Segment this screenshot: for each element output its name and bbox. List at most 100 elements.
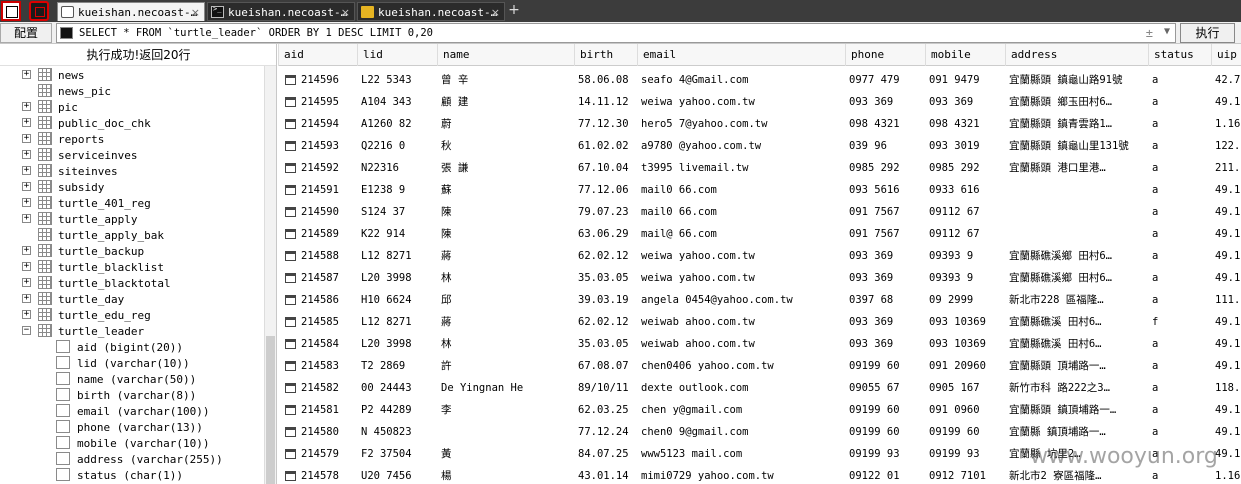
expand-icon[interactable]: +	[22, 278, 31, 287]
cell-birth[interactable]: 39.03.19	[577, 289, 637, 311]
cell-address[interactable]: 新竹市科 路222之3…	[1008, 377, 1148, 399]
cell-birth[interactable]: 77.12.24	[577, 421, 637, 443]
cell-status[interactable]: a	[1151, 421, 1211, 443]
cell-mobile[interactable]: 0912 7101	[928, 465, 1005, 484]
cell-birth[interactable]: 14.11.12	[577, 91, 637, 113]
expand-icon[interactable]: +	[22, 102, 31, 111]
app-logo-icon[interactable]	[29, 1, 49, 21]
cell-phone[interactable]: 09199 60	[848, 421, 925, 443]
column-header[interactable]: mobile	[925, 44, 1005, 66]
cell-aid[interactable]: 214579	[300, 443, 357, 465]
tab-file-manager[interactable]: kueishan.necoast-… ×	[357, 2, 505, 21]
expand-icon[interactable]: +	[22, 70, 31, 79]
table-row[interactable]: 214588 L12 8271 蔣 62.02.12 weiwa yahoo.com.…	[278, 245, 1241, 267]
cell-mobile[interactable]: 098 4321	[928, 113, 1005, 135]
column-header[interactable]: phone	[845, 44, 925, 66]
cell-uip[interactable]: 111.	[1214, 289, 1241, 311]
tab-close-button[interactable]: ×	[341, 6, 350, 19]
cell-mobile[interactable]: 09112 67	[928, 223, 1005, 245]
cell-mobile[interactable]: 09199 60	[928, 421, 1005, 443]
cell-uip[interactable]: 49.1	[1214, 91, 1241, 113]
cell-birth[interactable]: 58.06.08	[577, 69, 637, 91]
cell-uip[interactable]: 42.7	[1214, 69, 1241, 91]
tree-item-table[interactable]: + turtle_401_reg	[0, 195, 264, 211]
cell-uip[interactable]: 49.1	[1214, 311, 1241, 333]
column-header[interactable]: status	[1148, 44, 1211, 66]
cell-aid[interactable]: 214596	[300, 69, 357, 91]
table-row[interactable]: 214580 N 450823 77.12.24 chen0 9@gmail.com…	[278, 421, 1241, 443]
column-header[interactable]: name	[437, 44, 574, 66]
cell-aid[interactable]: 214588	[300, 245, 357, 267]
cell-birth[interactable]: 67.10.04	[577, 157, 637, 179]
cell-email[interactable]: hero5 7@yahoo.com.tw	[640, 113, 845, 135]
cell-uip[interactable]: 49.1	[1214, 399, 1241, 421]
cell-uip[interactable]: 49.1	[1214, 421, 1241, 443]
tree-item-column[interactable]: aid (bigint(20))	[0, 339, 264, 355]
cell-email[interactable]: chen y@gmail.com	[640, 399, 845, 421]
cell-aid[interactable]: 214593	[300, 135, 357, 157]
cell-birth[interactable]: 77.12.30	[577, 113, 637, 135]
cell-address[interactable]: 宜蘭縣頭 港口里港…	[1008, 157, 1148, 179]
cell-email[interactable]: mail0 66.com	[640, 201, 845, 223]
cell-mobile[interactable]: 0905 167	[928, 377, 1005, 399]
cell-address[interactable]: 宜蘭縣頭 鎮龜山里131號	[1008, 135, 1148, 157]
cell-lid[interactable]: T2 2869	[360, 355, 437, 377]
column-header[interactable]: uip	[1211, 44, 1241, 66]
table-row[interactable]: 214581 P2 44289 李 62.03.25 chen y@gmail.com…	[278, 399, 1241, 421]
tree-item-column[interactable]: phone (varchar(13))	[0, 419, 264, 435]
cell-mobile[interactable]: 09199 93	[928, 443, 1005, 465]
cell-status[interactable]: a	[1151, 399, 1211, 421]
cell-email[interactable]: angela 0454@yahoo.com.tw	[640, 289, 845, 311]
cell-aid[interactable]: 214591	[300, 179, 357, 201]
cell-name[interactable]: 許	[440, 355, 574, 377]
cell-name[interactable]: 楊	[440, 465, 574, 484]
table-row[interactable]: 214596 L22 5343 曾 辛 58.06.08 seafo 4@Gmail.c…	[278, 69, 1241, 91]
expand-icon[interactable]: +	[22, 166, 31, 175]
cell-lid[interactable]: Q2216 0	[360, 135, 437, 157]
table-row[interactable]: 214585 L12 8271 蔣 62.02.12 weiwab ahoo.com.…	[278, 311, 1241, 333]
cell-lid[interactable]: L20 3998	[360, 267, 437, 289]
cell-name[interactable]: 蔚	[440, 113, 574, 135]
cell-status[interactable]: a	[1151, 333, 1211, 355]
sidebar-scrollbar[interactable]	[264, 66, 276, 484]
cell-mobile[interactable]: 093 369	[928, 91, 1005, 113]
cell-address[interactable]: 宜蘭縣頭 鎮青雲路1…	[1008, 113, 1148, 135]
tab-sql-session[interactable]: kueishan.necoast-… ×	[57, 2, 205, 21]
cell-email[interactable]: t3995 livemail.tw	[640, 157, 845, 179]
cell-mobile[interactable]: 09393 9	[928, 245, 1005, 267]
cell-phone[interactable]: 093 5616	[848, 179, 925, 201]
cell-email[interactable]: mail0 66.com	[640, 179, 845, 201]
cell-name[interactable]: 蔣	[440, 311, 574, 333]
column-header[interactable]: birth	[574, 44, 637, 66]
table-row[interactable]: 214583 T2 2869 許 67.08.07 chen0406 yahoo.co…	[278, 355, 1241, 377]
cell-phone[interactable]: 093 369	[848, 245, 925, 267]
cell-lid[interactable]: N 450823	[360, 421, 437, 443]
table-row[interactable]: 214587 L20 3998 林 35.03.05 weiwa yahoo.com.…	[278, 267, 1241, 289]
cell-birth[interactable]: 62.02.12	[577, 245, 637, 267]
tree-item-column[interactable]: mobile (varchar(10))	[0, 435, 264, 451]
expand-icon[interactable]: +	[22, 262, 31, 271]
cell-mobile[interactable]: 09 2999	[928, 289, 1005, 311]
table-row[interactable]: 214591 E1238 9蘇 77.12.06 mail0 66.com 093 5…	[278, 179, 1241, 201]
cell-phone[interactable]: 09055 67	[848, 377, 925, 399]
expand-icon[interactable]: +	[22, 150, 31, 159]
cell-status[interactable]: a	[1151, 135, 1211, 157]
tree-item-column[interactable]: status (char(1))	[0, 467, 264, 483]
expand-icon[interactable]: +	[22, 246, 31, 255]
cell-name[interactable]: 顧 建	[440, 91, 574, 113]
cell-mobile[interactable]: 09393 9	[928, 267, 1005, 289]
cell-birth[interactable]: 35.03.05	[577, 333, 637, 355]
cell-aid[interactable]: 214584	[300, 333, 357, 355]
cell-email[interactable]: mail@ 66.com	[640, 223, 845, 245]
cell-birth[interactable]: 62.02.12	[577, 311, 637, 333]
cell-uip[interactable]: 49.1	[1214, 179, 1241, 201]
cell-birth[interactable]: 35.03.05	[577, 267, 637, 289]
cell-email[interactable]: chen0 9@gmail.com	[640, 421, 845, 443]
cell-uip[interactable]: 122.	[1214, 135, 1241, 157]
cell-birth[interactable]: 89/10/11	[577, 377, 637, 399]
tree-item-table[interactable]: + subsidy	[0, 179, 264, 195]
tree-item-column[interactable]: email (varchar(100))	[0, 403, 264, 419]
cell-email[interactable]: www5123 mail.com	[640, 443, 845, 465]
cell-phone[interactable]: 09122 01	[848, 465, 925, 484]
cell-lid[interactable]: 00 24443	[360, 377, 437, 399]
